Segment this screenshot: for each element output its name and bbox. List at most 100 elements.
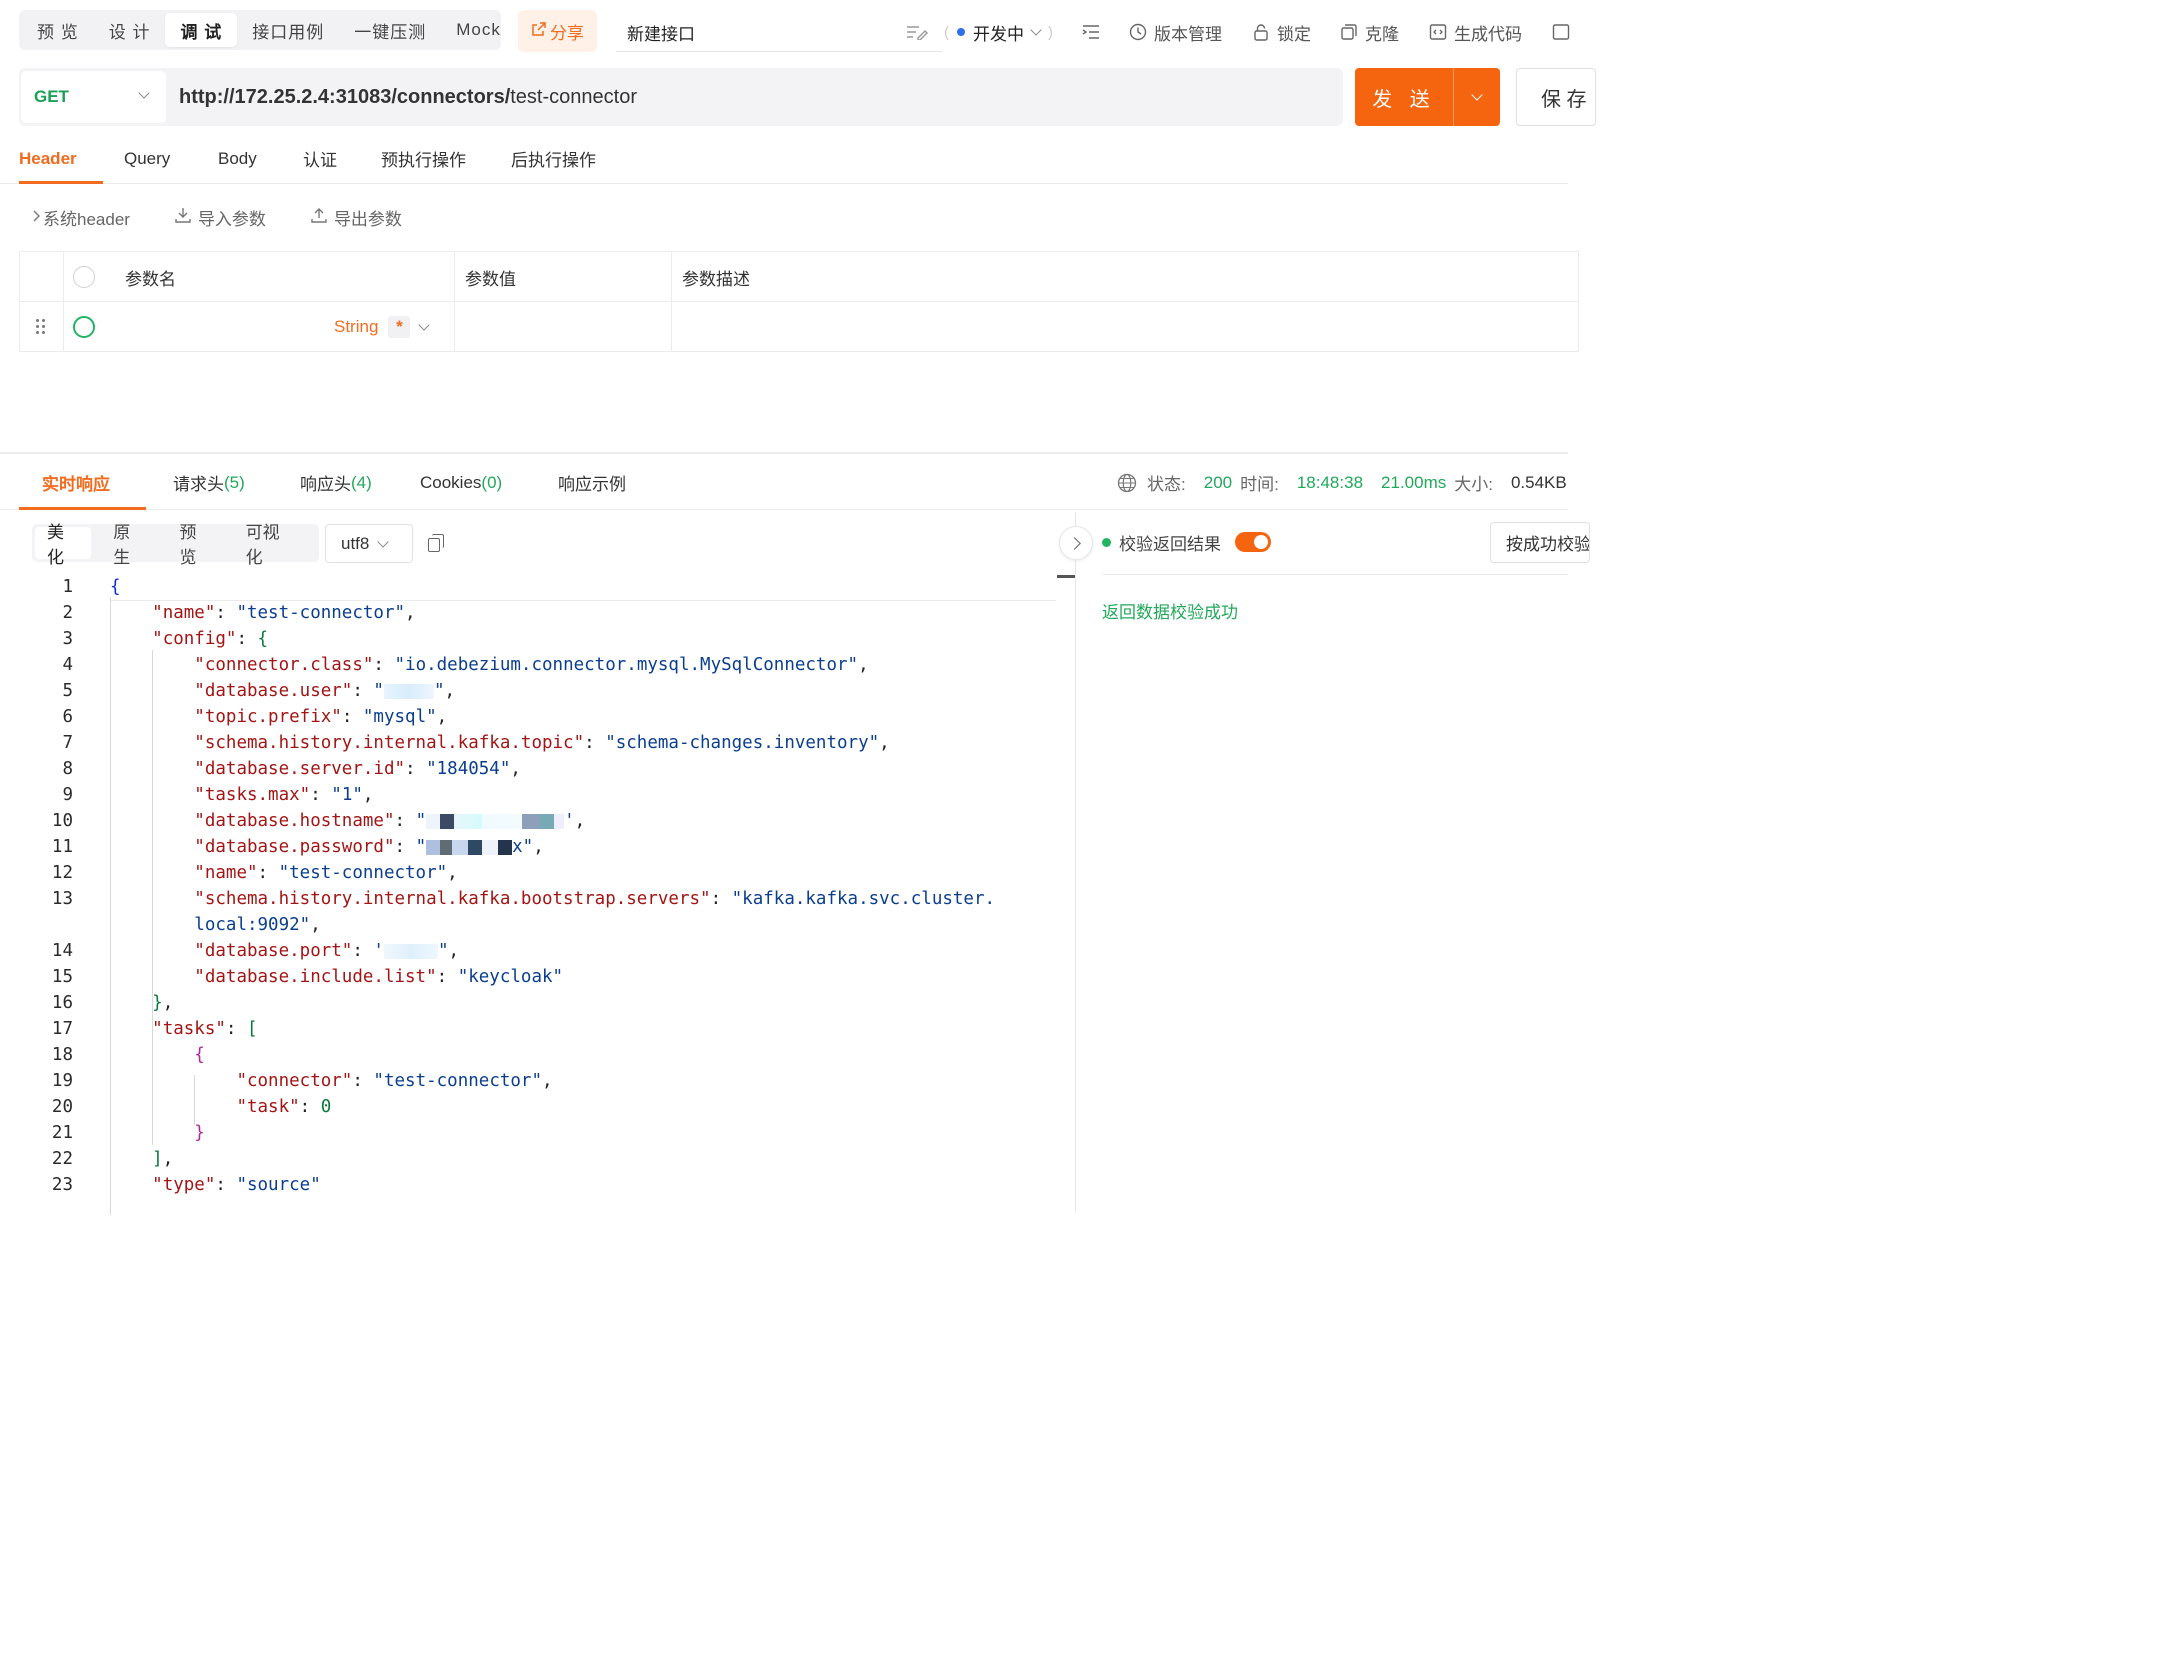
param-type-select[interactable]: String *: [334, 302, 431, 352]
code-line: "task": 0: [236, 1097, 332, 1117]
line-number: 23: [51, 1175, 73, 1195]
send-button[interactable]: 发 送: [1355, 68, 1500, 126]
line-number: 22: [51, 1149, 73, 1169]
chevron-down-icon: [418, 319, 431, 331]
tab-auth[interactable]: 认证: [303, 133, 337, 184]
copy-icon[interactable]: [426, 533, 446, 553]
tab-header[interactable]: Header: [19, 133, 77, 184]
tab-preview[interactable]: 预 览: [22, 13, 94, 47]
line-number: 10: [51, 811, 73, 831]
encoding-label: utf8: [341, 533, 370, 553]
send-dropdown[interactable]: [1454, 89, 1500, 101]
drag-handle-icon[interactable]: [36, 319, 48, 335]
redacted-mask: [383, 943, 438, 959]
select-all-checkbox[interactable]: [73, 266, 95, 288]
tab-request-headers[interactable]: 请求头 (5): [173, 455, 245, 510]
url-path: test-connector: [510, 85, 637, 108]
verify-toggle[interactable]: [1235, 532, 1271, 552]
top-toolbar: 预 览 设 计 调 试 接口用例 一键压测 Mock 分享 新建接口 ( 开发中…: [0, 0, 1570, 62]
response-meta: 状态: 200 时间: 18:48:38 21.00ms 大小: 0.54KB: [1117, 455, 1567, 510]
line-number: 21: [51, 1123, 73, 1143]
clone-label: 克隆: [1365, 24, 1399, 44]
line-number: 3: [62, 629, 73, 649]
tab-post-script[interactable]: 后执行操作: [511, 133, 596, 184]
url-input[interactable]: http://172.25.2.4:31083/connectors/test-…: [179, 68, 637, 126]
export-params-button[interactable]: 导出参数: [311, 205, 402, 230]
tab-visualize[interactable]: 可视化: [234, 523, 306, 567]
params-table: 参数名 参数值 参数描述 String *: [19, 251, 1579, 352]
col-param-name: 参数名: [125, 269, 176, 289]
tab-query[interactable]: Query: [124, 133, 170, 184]
method-select[interactable]: GET: [21, 71, 166, 123]
line-number: 4: [62, 655, 73, 675]
edit-icon[interactable]: [906, 24, 928, 42]
save-button[interactable]: 保 存: [1516, 68, 1596, 126]
version-label: 版本管理: [1154, 24, 1222, 44]
collapse-panel-button[interactable]: [1059, 526, 1093, 560]
clone-icon: [1340, 23, 1358, 41]
verify-mode-select[interactable]: 按成功校验: [1490, 522, 1590, 563]
tab-cookies[interactable]: Cookies (0): [420, 455, 502, 510]
export-params-label: 导出参数: [333, 209, 402, 229]
code-line: },: [152, 993, 174, 1013]
generate-code-button[interactable]: 生成代码: [1429, 14, 1522, 50]
line-number: 1: [62, 577, 73, 597]
chevron-down-icon: [1030, 24, 1042, 36]
tab-realtime-response[interactable]: 实时响应: [42, 455, 110, 510]
outline-button[interactable]: [1082, 14, 1100, 50]
share-label: 分享: [550, 23, 584, 43]
tab-design[interactable]: 设 计: [94, 13, 166, 47]
tab-preview-response[interactable]: 预览: [167, 523, 223, 567]
tab-request-headers-count: (5): [224, 472, 245, 492]
line-number: 20: [51, 1097, 73, 1117]
api-name-input[interactable]: 新建接口: [616, 14, 942, 52]
tab-stress-test[interactable]: 一键压测: [339, 13, 441, 47]
header-actions: 系统header 导入参数 导出参数: [33, 200, 447, 234]
code-line: "topic.prefix": "mysql",: [194, 707, 448, 727]
panel-divider[interactable]: [1075, 512, 1076, 1212]
col-param-desc: 参数描述: [682, 269, 750, 289]
more-button[interactable]: [1552, 14, 1570, 50]
version-button[interactable]: 版本管理: [1129, 14, 1222, 50]
code-line: "config": {: [152, 629, 269, 649]
tab-response-headers-count: (4): [351, 472, 372, 492]
table-row: String *: [20, 302, 1578, 352]
clone-button[interactable]: 克隆: [1340, 14, 1399, 50]
editor-scrollbar[interactable]: [1057, 575, 1075, 578]
code-line: "tasks": [: [152, 1019, 258, 1039]
param-type-label: String: [334, 317, 379, 336]
tab-debug[interactable]: 调 试: [165, 13, 238, 47]
required-toggle[interactable]: *: [388, 316, 411, 338]
section-divider: [0, 452, 1568, 454]
clock-icon: [1129, 23, 1147, 41]
tab-raw[interactable]: 原生: [101, 523, 157, 567]
lock-icon: [1252, 23, 1270, 41]
row-checkbox[interactable]: [73, 316, 95, 338]
lock-button[interactable]: 锁定: [1252, 14, 1311, 50]
tab-api-cases[interactable]: 接口用例: [237, 13, 339, 47]
tab-pre-script[interactable]: 预执行操作: [381, 133, 466, 184]
code-line: "type": "source": [152, 1175, 321, 1195]
tab-body[interactable]: Body: [218, 133, 257, 184]
verify-result-message: 返回数据校验成功: [1102, 603, 1238, 622]
share-button[interactable]: 分享: [518, 10, 597, 52]
response-body-editor[interactable]: 1 2 3 4 5 6 7 8 9 10 11 12 13 14 15 16 1…: [19, 575, 1076, 1215]
verify-label: 校验返回结果: [1119, 534, 1221, 554]
tab-response-example[interactable]: 响应示例: [558, 455, 626, 510]
import-params-label: 导入参数: [197, 209, 266, 229]
paren-left: (: [944, 23, 949, 41]
save-label: 保 存: [1541, 88, 1587, 111]
status-label: 开发中: [973, 24, 1024, 44]
status-select[interactable]: ( 开发中 ): [944, 14, 1053, 50]
tab-response-headers[interactable]: 响应头 (4): [300, 455, 372, 510]
code-line: }: [194, 1123, 205, 1143]
redacted-mask: [426, 813, 565, 829]
tab-mock[interactable]: Mock: [441, 13, 516, 47]
chevron-right-icon: [1067, 536, 1081, 550]
import-params-button[interactable]: 导入参数: [175, 205, 266, 230]
system-header-toggle[interactable]: 系统header: [33, 205, 130, 230]
code-icon: [1429, 23, 1447, 41]
globe-icon: [1117, 473, 1137, 493]
tab-pretty[interactable]: 美化: [35, 523, 92, 567]
encoding-select[interactable]: utf8: [325, 524, 413, 563]
